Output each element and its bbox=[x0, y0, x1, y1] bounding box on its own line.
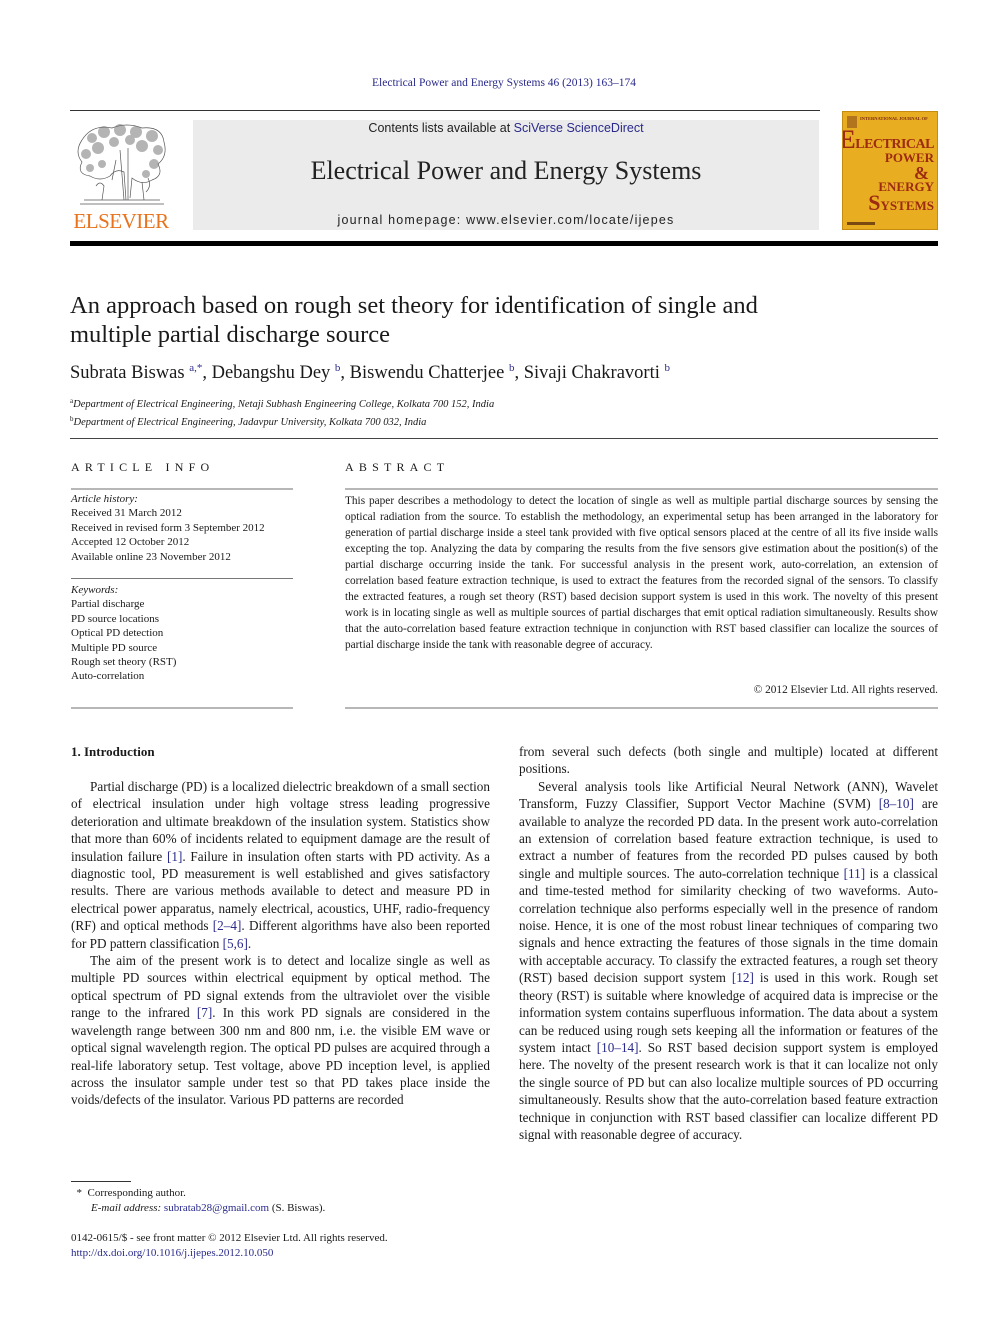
citation-ref[interactable]: [2–4] bbox=[213, 918, 242, 933]
front-matter-notice: 0142-0615/$ - see front matter © 2012 El… bbox=[71, 1231, 491, 1261]
doi-link[interactable]: http://dx.doi.org/10.1016/j.ijepes.2012.… bbox=[71, 1247, 273, 1259]
journal-homepage[interactable]: journal homepage: www.elsevier.com/locat… bbox=[193, 213, 819, 227]
keyword: Multiple PD source bbox=[71, 641, 158, 654]
elsevier-wordmark: ELSEVIER bbox=[73, 209, 169, 233]
affiliation: aDepartment of Electrical Engineering, N… bbox=[70, 397, 495, 410]
cover-intl-label: INTERNATIONAL JOURNAL OF bbox=[860, 116, 928, 121]
citation-ref[interactable]: [10–14] bbox=[597, 1040, 639, 1055]
title-divider bbox=[70, 438, 938, 439]
article-info-heading: ARTICLE INFO bbox=[71, 460, 215, 474]
citation-ref[interactable]: [11] bbox=[844, 866, 865, 881]
body-column-right: from several such defects (both single a… bbox=[519, 743, 938, 1143]
journal-name: Electrical Power and Energy Systems bbox=[310, 156, 702, 185]
article-title: An approach based on rough set theory fo… bbox=[70, 292, 758, 348]
footnote-mark: * bbox=[76, 1187, 83, 1199]
citation-ref[interactable]: [12] bbox=[732, 970, 754, 985]
journal-citation-link[interactable]: Electrical Power and Energy Systems 46 (… bbox=[0, 77, 992, 89]
citation-ref[interactable]: [1] bbox=[167, 849, 182, 864]
divider bbox=[71, 578, 293, 579]
author[interactable]: Biswendu Chatterjee b bbox=[350, 362, 515, 383]
citation-ref[interactable]: [8–10] bbox=[879, 796, 914, 811]
affiliation: bDepartment of Electrical Engineering, J… bbox=[70, 415, 427, 428]
affiliations: aDepartment of Electrical Engineering, N… bbox=[70, 394, 940, 430]
article-history: Article history: Received 31 March 2012 … bbox=[71, 492, 301, 564]
abstract-copyright: © 2012 Elsevier Ltd. All rights reserved… bbox=[753, 684, 938, 696]
author[interactable]: Subrata Biswas a,* bbox=[70, 362, 202, 383]
sciencedirect-link[interactable]: SciVerse ScienceDirect bbox=[514, 121, 644, 135]
keywords: Keywords: Partial discharge PD source lo… bbox=[71, 583, 301, 684]
history-item: Available online 23 November 2012 bbox=[71, 550, 231, 563]
author-affiliation-mark[interactable]: b bbox=[335, 362, 341, 374]
issn-line: 0142-0615/$ - see front matter © 2012 El… bbox=[71, 1232, 388, 1244]
author-list: Subrata Biswas a,*, Debangshu Dey b, Bis… bbox=[70, 362, 670, 383]
body-column-left: Partial discharge (PD) is a localized di… bbox=[71, 778, 490, 1109]
abstract-text: This paper describes a methodology to de… bbox=[345, 495, 938, 651]
divider bbox=[71, 707, 293, 709]
keyword: Optical PD detection bbox=[71, 627, 164, 640]
history-item: Accepted 12 October 2012 bbox=[71, 536, 190, 549]
footnote-corresponding: Corresponding author. bbox=[87, 1187, 186, 1199]
divider bbox=[345, 488, 938, 490]
keyword: Auto-correlation bbox=[71, 670, 145, 683]
paragraph: Several analysis tools like Artificial N… bbox=[519, 778, 939, 1142]
cover-title-line5: SYSTEMS bbox=[868, 190, 934, 215]
keyword: PD source locations bbox=[71, 612, 159, 625]
history-label: Article history: bbox=[71, 493, 138, 505]
author-affiliation-mark[interactable]: a,* bbox=[189, 362, 202, 374]
masthead-divider bbox=[70, 241, 938, 246]
keyword: Partial discharge bbox=[71, 598, 145, 611]
history-item: Received 31 March 2012 bbox=[71, 507, 182, 520]
author-affiliation-mark[interactable]: b bbox=[509, 362, 515, 374]
author-affiliation-mark[interactable]: b bbox=[664, 362, 670, 374]
author[interactable]: Sivaji Chakravorti b bbox=[524, 362, 670, 383]
author-email-link[interactable]: subratab28@gmail.com bbox=[164, 1202, 269, 1214]
citation-ref[interactable]: [7] bbox=[197, 1005, 212, 1020]
abstract-heading: ABSTRACT bbox=[345, 460, 450, 474]
cover-footer-mark bbox=[847, 222, 875, 225]
journal-cover-thumbnail[interactable]: INTERNATIONAL JOURNAL OF ELECTRICAL POWE… bbox=[842, 111, 938, 230]
author[interactable]: Debangshu Dey b bbox=[212, 362, 341, 383]
section-heading-introduction: 1. Introduction bbox=[71, 744, 155, 759]
email-label: E-mail address: bbox=[91, 1202, 162, 1214]
history-item: Received in revised form 3 September 201… bbox=[71, 521, 265, 534]
paragraph-continued: from several such defects (both single a… bbox=[519, 744, 938, 777]
divider bbox=[345, 707, 938, 709]
citation-ref[interactable]: [5,6] bbox=[223, 936, 248, 951]
paragraph: Partial discharge (PD) is a localized di… bbox=[71, 779, 490, 951]
journal-masthead: Contents lists available at SciVerse Sci… bbox=[193, 120, 819, 230]
header-rule bbox=[70, 110, 820, 111]
elsevier-logo[interactable]: ELSEVIER bbox=[70, 120, 172, 233]
divider bbox=[71, 488, 293, 490]
contents-availability: Contents lists available at SciVerse Sci… bbox=[368, 121, 644, 135]
elsevier-tree-icon bbox=[77, 124, 166, 205]
keyword: Rough set theory (RST) bbox=[71, 656, 177, 669]
footnote-rule bbox=[71, 1181, 131, 1182]
paragraph: The aim of the present work is to detect… bbox=[71, 953, 490, 1108]
keywords-label: Keywords: bbox=[71, 584, 119, 596]
corresponding-author-footnote: * Corresponding author. E-mail address: … bbox=[76, 1187, 326, 1214]
